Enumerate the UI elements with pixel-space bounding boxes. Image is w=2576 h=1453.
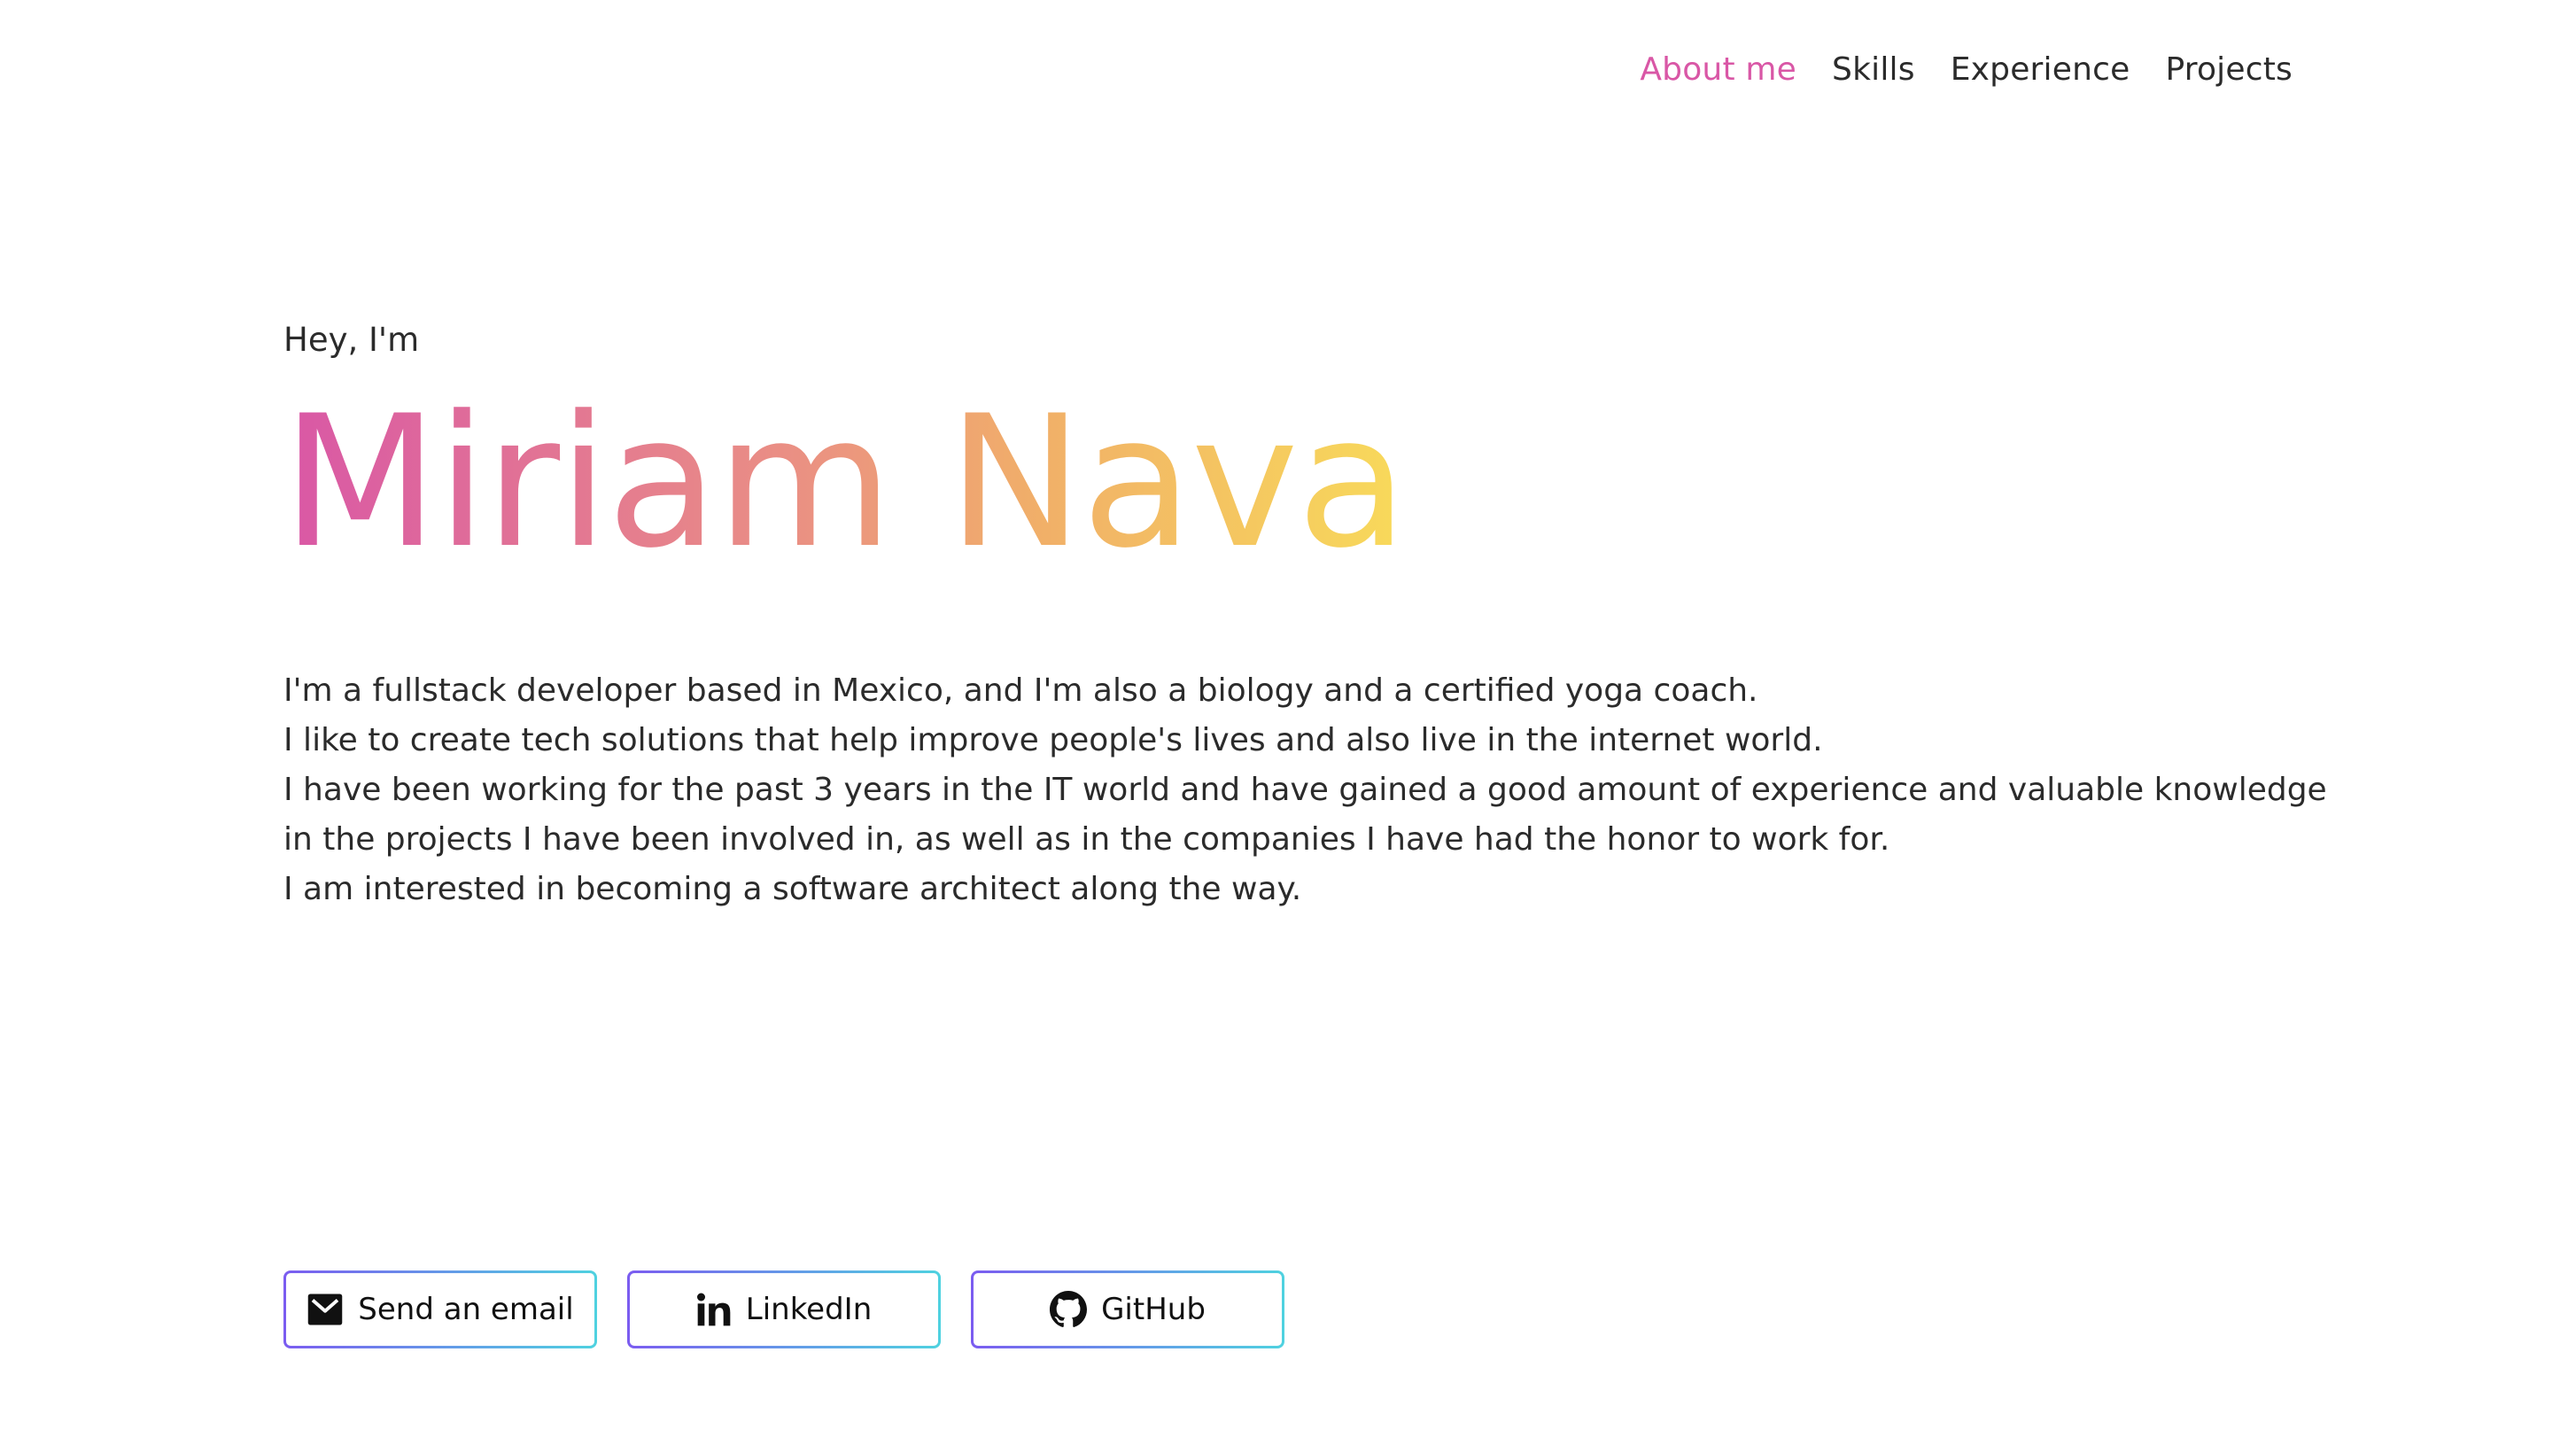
nav-link-experience[interactable]: Experience [1951,51,2130,88]
hero-name: Miriam Nava [282,377,1408,588]
nav-link-projects[interactable]: Projects [2165,51,2293,88]
top-nav: About me Skills Experience Projects [1640,51,2293,88]
greeting-text: Hey, I'm [283,321,420,359]
github-button[interactable]: GitHub [971,1270,1284,1348]
nav-link-about-me[interactable]: About me [1640,51,1796,88]
bio-line: I'm a fullstack developer based in Mexic… [283,672,1758,709]
bio-line: I like to create tech solutions that hel… [283,722,1823,758]
bio-text: I'm a fullstack developer based in Mexic… [283,666,2327,914]
bio-line: I am interested in becoming a software a… [283,871,1302,907]
send-email-label: Send an email [358,1292,574,1327]
mail-icon [306,1291,344,1328]
github-icon [1050,1291,1088,1328]
contact-buttons: Send an email LinkedIn GitHub [283,1270,1284,1348]
linkedin-button[interactable]: LinkedIn [627,1270,941,1348]
send-email-button[interactable]: Send an email [283,1270,597,1348]
bio-line: I have been working for the past 3 years… [283,772,2327,808]
linkedin-icon [696,1292,732,1327]
github-label: GitHub [1101,1292,1206,1327]
nav-link-skills[interactable]: Skills [1832,51,1915,88]
bio-line: in the projects I have been involved in,… [283,821,1890,858]
linkedin-label: LinkedIn [745,1292,873,1327]
